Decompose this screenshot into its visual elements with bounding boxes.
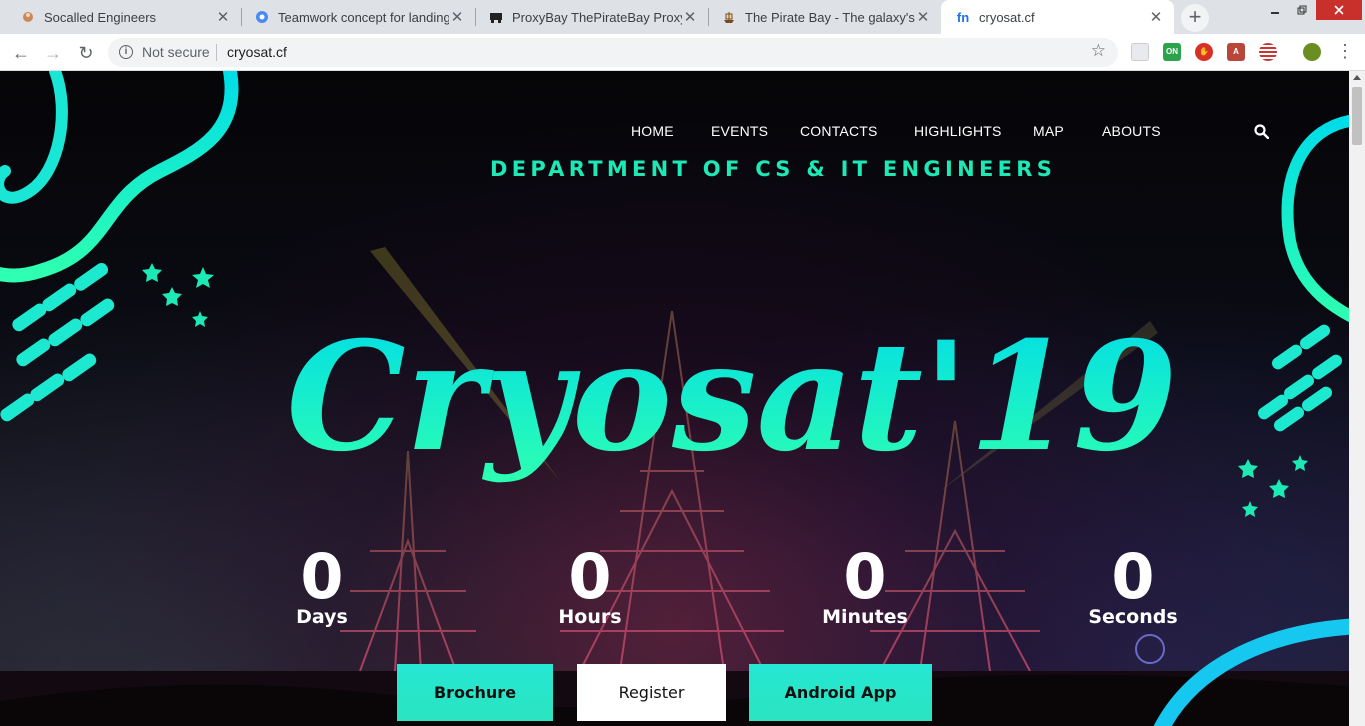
ext-on-icon[interactable]: ON — [1163, 43, 1181, 61]
page-scrollbar[interactable] — [1349, 71, 1365, 726]
info-icon[interactable]: i — [119, 45, 133, 59]
socalled-favicon-icon — [20, 9, 36, 25]
dash-pattern-left — [0, 262, 115, 422]
scroll-up-icon[interactable] — [1353, 75, 1361, 80]
ext-blank-icon[interactable] — [1131, 43, 1149, 61]
close-tab-icon[interactable]: ✕ — [215, 8, 231, 26]
tab-strip: Socalled Engineers ✕ Teamwork concept fo… — [0, 0, 1365, 34]
countdown-minutes: 0 Minutes — [805, 540, 925, 629]
nav-map[interactable]: MAP — [1033, 123, 1064, 139]
tab-proxybay[interactable]: ProxyBay ThePirateBay Proxy 2019 ✕ — [476, 0, 708, 34]
nav-abouts[interactable]: ABOUTS — [1102, 123, 1161, 139]
ext-pdf-icon[interactable]: A — [1227, 43, 1245, 61]
bookmark-star-icon[interactable]: ☆ — [1091, 41, 1106, 61]
tab-socalled[interactable]: Socalled Engineers ✕ — [0, 0, 241, 34]
countdown-value: 0 — [1111, 540, 1155, 613]
brochure-button[interactable]: Brochure — [397, 664, 553, 721]
close-window-button[interactable] — [1316, 0, 1362, 20]
pirate-ship-favicon-icon — [721, 9, 737, 25]
nav-contacts[interactable]: CONTACTS — [800, 123, 878, 139]
tab-cryosat[interactable]: fn cryosat.cf ✕ — [941, 0, 1174, 34]
countdown-label: Days — [296, 606, 348, 628]
hero-section: Cryosat'19 HOME EVENTS CONTACTS HIGHLIGH… — [0, 71, 1349, 726]
close-tab-icon[interactable]: ✕ — [915, 8, 931, 26]
close-tab-icon[interactable]: ✕ — [682, 8, 698, 26]
countdown-days: 0 Days — [262, 540, 382, 629]
tab-piratebay[interactable]: The Pirate Bay - The galaxy's most resil… — [709, 0, 941, 34]
ext-adblock-icon[interactable]: ✋ — [1195, 43, 1213, 61]
browser-toolbar: ← → ↻ i Not secure cryosat.cf ☆ ON ✋ A — [0, 34, 1365, 71]
stars-right — [1238, 455, 1308, 517]
forward-arrow-icon[interactable]: → — [40, 40, 66, 66]
nav-events[interactable]: EVENTS — [711, 123, 768, 139]
restore-window-button[interactable] — [1289, 0, 1315, 20]
avatar[interactable] — [1303, 43, 1321, 61]
url-text[interactable]: cryosat.cf — [227, 44, 287, 60]
omnibox-divider — [216, 44, 217, 61]
browser-menu-icon[interactable]: ⋮ — [1336, 41, 1354, 61]
tab-teamwork[interactable]: Teamwork concept for landing page ✕ — [242, 0, 475, 34]
countdown-value: 0 — [568, 540, 612, 613]
nav-highlights[interactable]: HIGHLIGHTS — [914, 123, 1002, 139]
minimize-window-button[interactable] — [1262, 0, 1288, 20]
search-icon[interactable] — [1254, 124, 1269, 139]
dash-pattern-right — [1257, 324, 1343, 432]
close-tab-icon[interactable]: ✕ — [449, 8, 465, 26]
countdown-label: Hours — [558, 606, 622, 628]
department-subtitle: DEPARTMENT OF CS & IT ENGINEERS — [490, 157, 1057, 181]
register-button[interactable]: Register — [577, 664, 726, 721]
nav-home[interactable]: HOME — [631, 123, 674, 139]
scroll-thumb[interactable] — [1352, 87, 1362, 145]
back-arrow-icon[interactable]: ← — [8, 40, 34, 66]
security-label: Not secure — [142, 44, 210, 60]
tab-title: ProxyBay ThePirateBay Proxy 2019 — [512, 9, 682, 25]
hero-title: Cryosat'19 — [286, 309, 1177, 485]
countdown-hours: 0 Hours — [530, 540, 650, 629]
countdown-value: 0 — [300, 540, 344, 613]
countdown-seconds: 0 Seconds — [1073, 540, 1193, 629]
stars-left — [142, 263, 214, 327]
ext-flag-icon[interactable] — [1259, 43, 1277, 61]
android-app-button[interactable]: Android App — [749, 664, 932, 721]
teamwork-favicon-icon — [254, 9, 270, 25]
address-bar[interactable]: i Not secure cryosat.cf ☆ — [108, 38, 1118, 67]
tab-title: Teamwork concept for landing page — [278, 9, 449, 25]
tab-title: The Pirate Bay - The galaxy's most resil… — [745, 9, 915, 25]
proxybay-favicon-icon — [488, 9, 504, 25]
tab-title: Socalled Engineers — [44, 9, 157, 25]
new-tab-button[interactable]: + — [1181, 4, 1209, 32]
reload-icon[interactable]: ↻ — [73, 40, 99, 66]
tab-title: cryosat.cf — [979, 9, 1035, 25]
close-tab-icon[interactable]: ✕ — [1148, 8, 1164, 26]
countdown-value: 0 — [843, 540, 887, 613]
fn-favicon-icon: fn — [956, 9, 970, 25]
countdown-label: Seconds — [1088, 606, 1178, 628]
countdown-label: Minutes — [822, 606, 908, 628]
